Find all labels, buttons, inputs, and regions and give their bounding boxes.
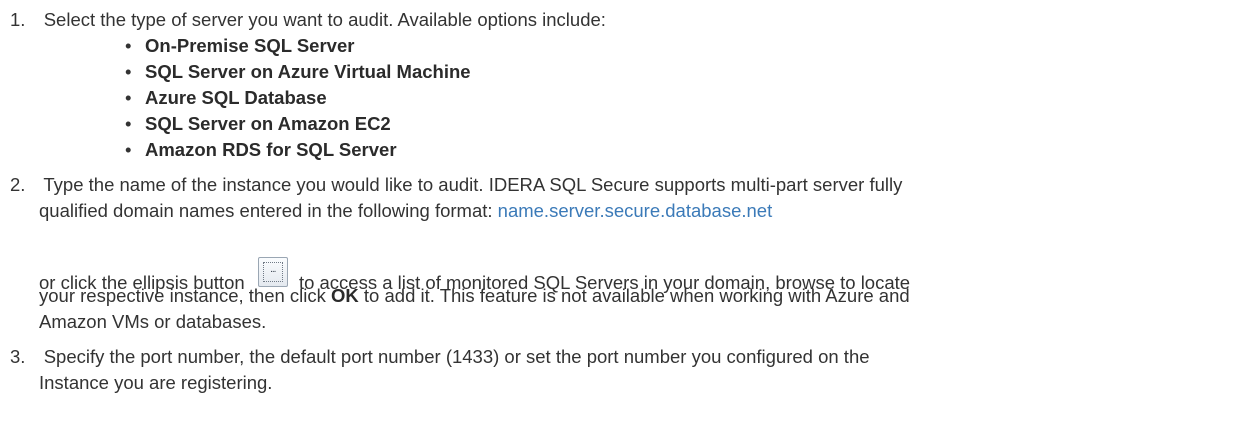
option-label: On-Premise SQL Server — [145, 35, 355, 56]
step-3-line-1: Specify the port number, the default por… — [43, 346, 870, 367]
option-item: • Azure SQL Database — [125, 87, 327, 108]
step-1-text: Select the type of server you want to au… — [43, 9, 606, 30]
option-label: Azure SQL Database — [145, 87, 327, 108]
option-item: • Amazon RDS for SQL Server — [125, 139, 397, 160]
ellipsis-icon: ... — [262, 262, 283, 282]
step-3-closing-text: Instance you are registering. — [39, 372, 273, 393]
option-item: • SQL Server on Azure Virtual Machine — [125, 61, 471, 82]
step-2-line-1: Type the name of the instance you would … — [43, 174, 903, 195]
format-example-link[interactable]: name.server.secure.database.net — [498, 200, 773, 221]
step-2-line-4: your respective instance, then click OK … — [39, 283, 910, 309]
step-2-line-2: qualified domain names entered in the fo… — [39, 198, 772, 224]
ok-after-text: to add it. This feature is not available… — [358, 285, 910, 306]
step-2-number: 2. — [10, 174, 26, 195]
option-item: • On-Premise SQL Server — [125, 35, 355, 56]
option-label: Amazon RDS for SQL Server — [145, 139, 397, 160]
ok-label: OK — [331, 285, 359, 306]
step-1-number: 1. — [10, 9, 26, 30]
option-label: SQL Server on Azure Virtual Machine — [145, 61, 471, 82]
format-intro-text: qualified domain names entered in the fo… — [39, 200, 498, 221]
step-3-line-2: Instance you are registering. — [39, 370, 272, 396]
step-3-number: 3. — [10, 346, 26, 367]
ok-intro-text: your respective instance, then click — [39, 285, 332, 306]
step-2-line-5: Amazon VMs or databases. — [39, 309, 266, 335]
step-3: 3. Specify the port number, the default … — [10, 344, 870, 370]
option-label: SQL Server on Amazon EC2 — [145, 113, 391, 134]
step-2-closing-text: Amazon VMs or databases. — [39, 311, 267, 332]
step-2: 2. Type the name of the instance you wou… — [10, 172, 902, 198]
step-1: 1. Select the type of server you want to… — [10, 7, 606, 33]
option-item: • SQL Server on Amazon EC2 — [125, 113, 391, 134]
